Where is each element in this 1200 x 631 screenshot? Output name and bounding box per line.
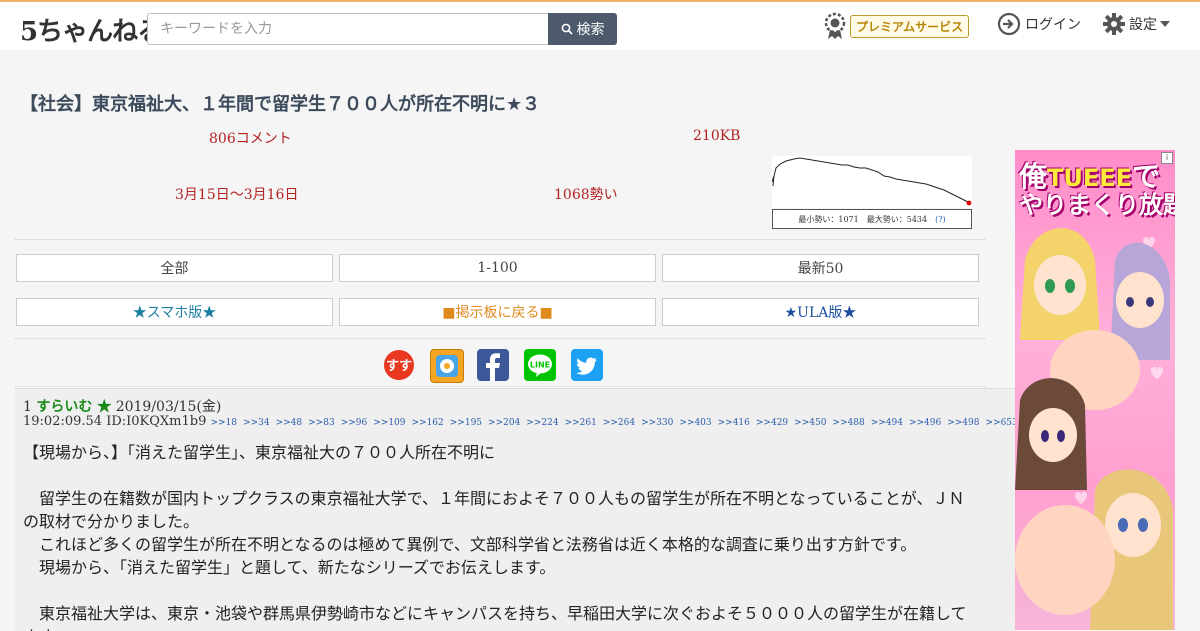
reply-link[interactable]: >>204 xyxy=(488,418,520,428)
reply-link[interactable]: >>162 xyxy=(412,418,444,428)
bookmark-share-button[interactable] xyxy=(430,349,464,383)
svg-text:すす: すす xyxy=(386,359,412,374)
reply-link[interactable]: >>83 xyxy=(308,418,335,428)
graph-max-momentum: 最大勢い：5434 xyxy=(866,214,928,224)
thread-dates: 3月15日〜3月16日 xyxy=(175,187,299,203)
post-1: 1 すらいむ ★ 2019/03/15(金) 19:02:09.54 ID:I0… xyxy=(15,388,1015,631)
twitter-share-button[interactable] xyxy=(571,349,603,381)
reply-link[interactable]: >>48 xyxy=(276,418,303,428)
top-bar: 5ちゃんねる 検索 プレミアムサービス ログイン xyxy=(0,0,1200,50)
thread-title: 【社会】東京福祉大、１年間で留学生７００人が所在不明に★３ xyxy=(20,94,541,115)
reply-link[interactable]: >>403 xyxy=(679,418,711,428)
reply-link[interactable]: >>261 xyxy=(565,418,597,428)
site-logo[interactable]: 5ちゃんねる xyxy=(20,11,169,48)
reply-link[interactable]: >>488 xyxy=(832,418,864,428)
momentum-line xyxy=(772,157,971,204)
thread-size: 210KB xyxy=(693,128,741,144)
post-body-line: の取材で分かりました。 xyxy=(23,512,200,531)
premium-badge: プレミアムサービス xyxy=(850,14,970,38)
post-body-line xyxy=(23,579,1015,602)
settings-label: 設定 xyxy=(1129,17,1157,33)
advertisement-banner[interactable]: i 俺TUEEEで やりまくり放題！ xyxy=(1015,150,1175,630)
premium-service[interactable]: プレミアムサービス xyxy=(823,12,970,40)
momentum-current-point xyxy=(966,200,972,206)
reply-link[interactable]: >>653 xyxy=(985,418,1015,428)
ula-version-link[interactable]: ★ULA版★ xyxy=(662,298,979,326)
divider xyxy=(15,338,985,339)
reply-link[interactable]: >>416 xyxy=(718,418,750,428)
facebook-share-button[interactable] xyxy=(477,349,509,381)
bookmark-icon xyxy=(436,355,458,377)
reply-link[interactable]: >>195 xyxy=(450,418,482,428)
reply-link[interactable]: >>18 xyxy=(211,418,238,428)
post-author: すらいむ ★ xyxy=(36,399,112,415)
post-date: 2019/03/15(金) xyxy=(115,399,222,415)
back-to-board-link[interactable]: ■掲示板に戻る■ xyxy=(339,298,656,326)
line-share-button[interactable]: LINE xyxy=(524,349,556,381)
divider xyxy=(15,386,985,387)
post-body: 【現場から、】「消えた留学生」、東京福祉大の７００人所在不明に 留学生の在籍数が… xyxy=(23,441,1015,631)
divider xyxy=(15,239,985,240)
reply-link[interactable]: >>224 xyxy=(526,418,558,428)
ad-info-button[interactable]: i xyxy=(1161,152,1173,164)
post-body-line: 留学生の在籍数が国内トップクラスの東京福祉大学で、１年間におよそ７００人もの留学… xyxy=(23,489,965,508)
post-body-line: 現場から、「消えた留学生」と題して、新たなシリーズでお伝えします。 xyxy=(23,558,556,577)
view-latest50-button[interactable]: 最新50 xyxy=(662,254,979,282)
search-icon xyxy=(561,23,573,35)
reply-link[interactable]: >>109 xyxy=(373,418,405,428)
thread-momentum: 1068勢い xyxy=(554,187,618,203)
reply-link[interactable]: >>498 xyxy=(947,418,979,428)
reply-link[interactable]: >>496 xyxy=(909,418,941,428)
facebook-icon xyxy=(486,353,500,381)
view-all-button[interactable]: 全部 xyxy=(16,254,333,282)
graph-caption: 最小勢い：1071 最大勢い：5434 (?) xyxy=(772,209,972,229)
post-body-line: 東京福祉大学は、東京・池袋や群馬県伊勢崎市などにキャンパスを持ち、早稲田大学に次… xyxy=(23,604,967,623)
post-time-id: 19:02:09.54 ID:I0KQXm1b9 xyxy=(23,414,207,429)
sushi-share-button[interactable]: すす xyxy=(383,349,415,381)
ad-illustration xyxy=(1015,228,1173,630)
post-body-line: これほど多くの留学生が所在不明となるのは極めて異例で、文部科学省と法務省は近く本… xyxy=(23,535,917,554)
reply-link[interactable]: >>494 xyxy=(871,418,903,428)
reply-links: >>18 >>34 >>48 >>83 >>96 >>109 >>162 >>195 >>204… xyxy=(211,418,1016,428)
login-link[interactable]: ログイン xyxy=(997,12,1081,36)
search-button[interactable]: 検索 xyxy=(548,13,617,45)
gear-icon xyxy=(1103,13,1125,35)
ad-subheadline: やりまくり放題！ xyxy=(1019,191,1175,219)
line-icon: LINE xyxy=(528,354,552,377)
search-input[interactable] xyxy=(147,13,549,45)
svg-text:LINE: LINE xyxy=(530,361,550,370)
logo-text: 5ちゃんねる xyxy=(20,17,163,47)
reply-link[interactable]: >>330 xyxy=(641,418,673,428)
premium-medal-icon xyxy=(824,12,846,39)
post-number[interactable]: 1 xyxy=(23,399,32,415)
post-body-line xyxy=(23,464,1015,487)
post-body-line: ます。 xyxy=(23,625,1015,631)
settings-menu[interactable]: 設定 xyxy=(1102,12,1170,36)
sushi-icon: すす xyxy=(384,350,414,380)
view-1-100-button[interactable]: 1-100 xyxy=(339,254,656,282)
reply-link[interactable]: >>429 xyxy=(756,418,788,428)
post-id-line: 19:02:09.54 ID:I0KQXm1b9 >>18 >>34 >>48 >>8… xyxy=(23,414,1015,429)
login-label: ログイン xyxy=(1025,17,1081,33)
reply-link[interactable]: >>264 xyxy=(603,418,635,428)
smartphone-version-link[interactable]: ★スマホ版★ xyxy=(16,298,333,326)
post-header: 1 すらいむ ★ 2019/03/15(金) xyxy=(23,396,221,416)
momentum-graph xyxy=(772,156,972,208)
graph-help-link[interactable]: (?) xyxy=(935,215,946,224)
reply-link[interactable]: >>34 xyxy=(243,418,270,428)
graph-min-momentum: 最小勢い：1071 xyxy=(798,214,859,224)
search-button-label: 検索 xyxy=(576,22,605,38)
twitter-icon xyxy=(576,357,597,375)
post-body-line: 【現場から、】「消えた留学生」、東京福祉大の７００人所在不明に xyxy=(23,443,496,462)
caret-down-icon xyxy=(1160,21,1170,27)
reply-link[interactable]: >>450 xyxy=(794,418,826,428)
reply-link[interactable]: >>96 xyxy=(341,418,368,428)
login-icon xyxy=(997,12,1021,36)
comment-count: 806コメント xyxy=(209,131,292,147)
